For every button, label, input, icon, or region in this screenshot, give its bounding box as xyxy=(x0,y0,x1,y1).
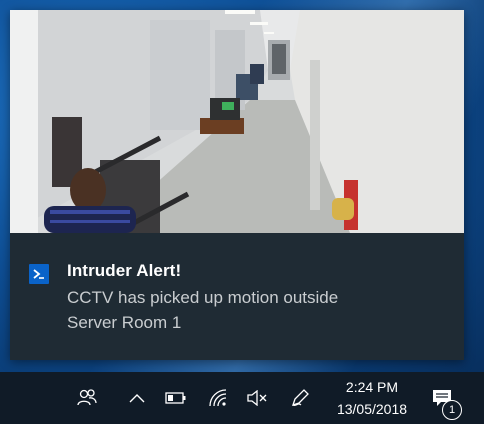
chevron-up-icon[interactable] xyxy=(124,372,150,424)
notification-message-line2: Server Room 1 xyxy=(67,313,182,332)
volume-muted-icon[interactable] xyxy=(242,372,272,424)
cctv-frame-illustration xyxy=(10,10,464,233)
notification-body: Intruder Alert! CCTV has picked up motio… xyxy=(10,233,464,360)
notification-count-badge: 1 xyxy=(442,400,462,420)
notification-message-line1: CCTV has picked up motion outside xyxy=(67,288,339,307)
wifi-icon[interactable] xyxy=(204,372,232,424)
taskbar: 2:24 PM 13/05/2018 xyxy=(0,372,484,424)
battery-icon[interactable] xyxy=(162,372,190,424)
pen-icon[interactable] xyxy=(286,372,314,424)
notification-title: Intruder Alert! xyxy=(67,261,182,280)
cctv-hero-image xyxy=(10,10,464,233)
powershell-icon xyxy=(29,264,49,284)
notification-toast[interactable]: Intruder Alert! CCTV has picked up motio… xyxy=(10,10,464,360)
clock-time: 2:24 PM xyxy=(345,379,399,395)
people-icon[interactable] xyxy=(72,372,102,424)
taskbar-clock[interactable]: 2:24 PM 13/05/2018 xyxy=(330,376,414,420)
clock-date: 13/05/2018 xyxy=(336,401,408,417)
